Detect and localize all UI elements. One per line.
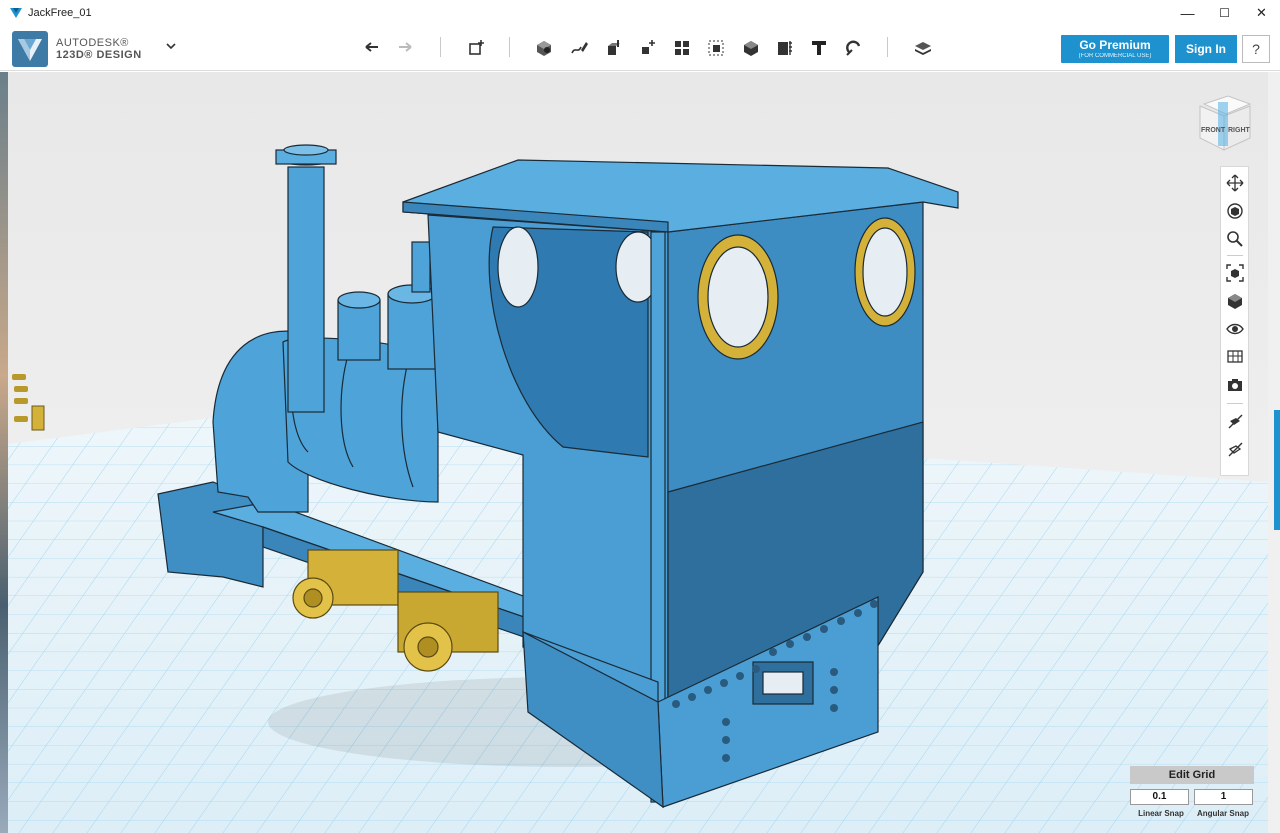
hide-button[interactable] xyxy=(1225,411,1245,431)
orbit-icon xyxy=(1227,203,1243,219)
background-window-strip xyxy=(0,72,8,833)
linear-snap-field[interactable]: 0.1 xyxy=(1130,789,1189,805)
grid-panel: Edit Grid 0.1 1 Linear Snap Angular Snap xyxy=(1130,766,1254,824)
app-menu-logo[interactable]: AUTODESK® 123D® DESIGN xyxy=(12,31,142,67)
group-button[interactable] xyxy=(704,36,728,60)
material-icon xyxy=(915,42,931,55)
screenshot-button[interactable] xyxy=(1225,375,1245,395)
window-title: JackFree_01 xyxy=(28,6,92,19)
edit-grid-button[interactable]: Edit Grid xyxy=(1130,766,1254,784)
text-button[interactable] xyxy=(807,36,831,60)
small-gold-parts xyxy=(12,374,45,431)
materials-outlines-icon xyxy=(1227,350,1243,363)
sketch-icon xyxy=(571,42,588,54)
autodesk-logo-icon xyxy=(12,31,48,67)
angular-snap-field[interactable]: 1 xyxy=(1194,789,1253,805)
viewcube-right-label: RIGHT xyxy=(1228,127,1251,134)
go-premium-button[interactable]: Go Premium (FOR COMMERCIAL USE) xyxy=(1061,35,1169,63)
views-button[interactable] xyxy=(1225,291,1245,311)
toolbar-divider xyxy=(887,37,888,57)
pan-button[interactable] xyxy=(1225,173,1245,193)
minimize-button[interactable]: — xyxy=(1169,0,1206,25)
material-button[interactable] xyxy=(911,36,935,60)
measure-icon xyxy=(778,41,792,55)
transform-icon xyxy=(469,40,484,55)
materials-outlines-button[interactable] xyxy=(1225,347,1245,367)
screenshot-icon xyxy=(1228,379,1242,391)
viewcube-front-label: FRONT xyxy=(1201,127,1226,134)
brand-line-1: AUTODESK® xyxy=(56,37,129,49)
primitives-button[interactable] xyxy=(532,36,556,60)
combine-button[interactable] xyxy=(739,36,763,60)
modify-icon xyxy=(642,40,655,54)
undo-icon xyxy=(365,42,378,52)
sketch-button[interactable] xyxy=(567,36,591,60)
premium-label: Go Premium xyxy=(1079,38,1151,52)
construct-button[interactable] xyxy=(602,36,626,60)
unhide-icon xyxy=(1228,442,1243,457)
premium-sub-label: (FOR COMMERCIAL USE) xyxy=(1078,53,1152,59)
snap-icon xyxy=(846,40,861,56)
transform-button[interactable] xyxy=(464,36,488,60)
hide-icon xyxy=(1228,414,1243,429)
viewcube[interactable]: FRONT RIGHT xyxy=(1194,92,1252,152)
construct-icon xyxy=(608,40,620,55)
linear-snap-label: Linear Snap xyxy=(1138,809,1184,818)
sign-in-button[interactable]: Sign In xyxy=(1175,35,1237,63)
redo-icon xyxy=(399,42,412,52)
3d-viewport[interactable]: FRONT RIGHT xyxy=(8,72,1268,833)
zoom-icon xyxy=(1227,231,1243,247)
visibility-icon xyxy=(1226,323,1244,335)
pan-icon xyxy=(1226,174,1244,192)
orbit-button[interactable] xyxy=(1225,201,1245,221)
toolbar-divider xyxy=(440,37,441,57)
pattern-button[interactable] xyxy=(670,36,694,60)
help-button[interactable]: ? xyxy=(1242,35,1270,63)
app-window: JackFree_01 — ☐ ✕ AUTODESK® 123D® DESIGN xyxy=(0,0,1280,833)
model-scene xyxy=(8,144,1268,833)
close-button[interactable]: ✕ xyxy=(1243,0,1280,25)
primitives-icon xyxy=(537,41,551,56)
maximize-button[interactable]: ☐ xyxy=(1206,0,1243,25)
toolbar-divider xyxy=(509,37,510,57)
navigation-bar xyxy=(1220,166,1249,476)
measure-button[interactable] xyxy=(773,36,797,60)
fit-button[interactable] xyxy=(1225,263,1245,283)
zoom-button[interactable] xyxy=(1225,229,1245,249)
pattern-icon xyxy=(675,41,689,55)
group-icon xyxy=(708,40,724,56)
visibility-button[interactable] xyxy=(1225,319,1245,339)
modify-button[interactable] xyxy=(636,36,660,60)
chevron-down-icon[interactable] xyxy=(164,39,178,53)
views-icon xyxy=(1228,294,1242,309)
right-edge-strip xyxy=(1268,72,1280,833)
undo-button[interactable] xyxy=(360,36,384,60)
unhide-button[interactable] xyxy=(1225,439,1245,459)
fit-icon xyxy=(1226,264,1244,282)
main-toolbar: AUTODESK® 123D® DESIGN Go Premium (FOR C… xyxy=(0,25,1280,71)
text-icon xyxy=(812,41,826,55)
snap-button[interactable] xyxy=(842,36,866,60)
title-bar: JackFree_01 — ☐ ✕ xyxy=(0,0,1280,25)
brand-line-2: 123D® DESIGN xyxy=(56,49,142,61)
app-icon xyxy=(10,7,22,18)
redo-button[interactable] xyxy=(393,36,417,60)
combine-icon xyxy=(744,41,758,56)
angular-snap-label: Angular Snap xyxy=(1196,809,1249,818)
